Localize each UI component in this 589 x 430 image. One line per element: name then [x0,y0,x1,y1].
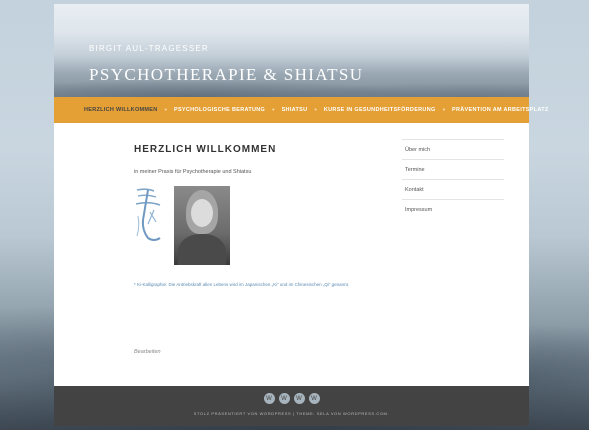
portrait-photo [174,186,230,265]
sidebar-item-termine[interactable]: Termine [402,159,504,179]
nav-item-herzlich-willkommen[interactable]: HERZLICH WILLKOMMEN [84,107,158,113]
site-description: BIRGIT AUL-TRAGESSER [89,44,209,53]
nav-separator: • [314,106,317,114]
site-footer: W W W W STOLZ PRÄSENTIERT VON WORDPRESS … [54,386,529,426]
wordpress-icon[interactable]: W [308,393,320,404]
wordpress-icon[interactable]: W [263,393,275,404]
footer-credit[interactable]: STOLZ PRÄSENTIERT VON WORDPRESS | THEME:… [54,411,529,416]
site-container: BIRGIT AUL-TRAGESSER PSYCHOTHERAPIE & SH… [54,4,548,426]
nav-item-praevention[interactable]: PRÄVENTION AM ARBEITSPLATZ [452,107,549,113]
nav-item-kurse[interactable]: KURSE IN GESUNDHEITSFÖRDERUNG [324,107,436,113]
main-content: HERZLICH WILLKOMMEN in meiner Praxis für… [54,123,529,386]
wordpress-icon[interactable]: W [293,393,305,404]
site-header: BIRGIT AUL-TRAGESSER PSYCHOTHERAPIE & SH… [54,4,529,97]
sidebar-item-ueber-mich[interactable]: Über mich [402,139,504,159]
site-title-link[interactable]: PSYCHOTHERAPIE & SHIATSU [89,65,363,85]
sidebar-menu: Über mich Termine Kontakt Impressum [402,139,504,219]
sidebar-item-kontakt[interactable]: Kontakt [402,179,504,199]
intro-text: in meiner Praxis für Psychotherapie und … [134,169,252,175]
ki-calligraphy-image [135,188,161,241]
nav-separator: • [272,106,275,114]
calligraphy-caption: * Ki-Kalligraphie: Die Antriebskraft all… [134,282,350,287]
nav-item-psychologische-beratung[interactable]: PSYCHOLOGISCHE BERATUNG [174,107,265,113]
main-navigation: HERZLICH WILLKOMMEN • PSYCHOLOGISCHE BER… [54,97,548,123]
social-links: W W W W [54,393,529,404]
nav-item-shiatsu[interactable]: SHIATSU [282,107,308,113]
page-title: HERZLICH WILLKOMMEN [134,144,277,155]
sidebar-item-impressum[interactable]: Impressum [402,199,504,219]
nav-separator: • [164,106,167,114]
wordpress-icon[interactable]: W [278,393,290,404]
nav-separator: • [442,106,446,114]
edit-link[interactable]: Bearbeiten [134,349,161,355]
